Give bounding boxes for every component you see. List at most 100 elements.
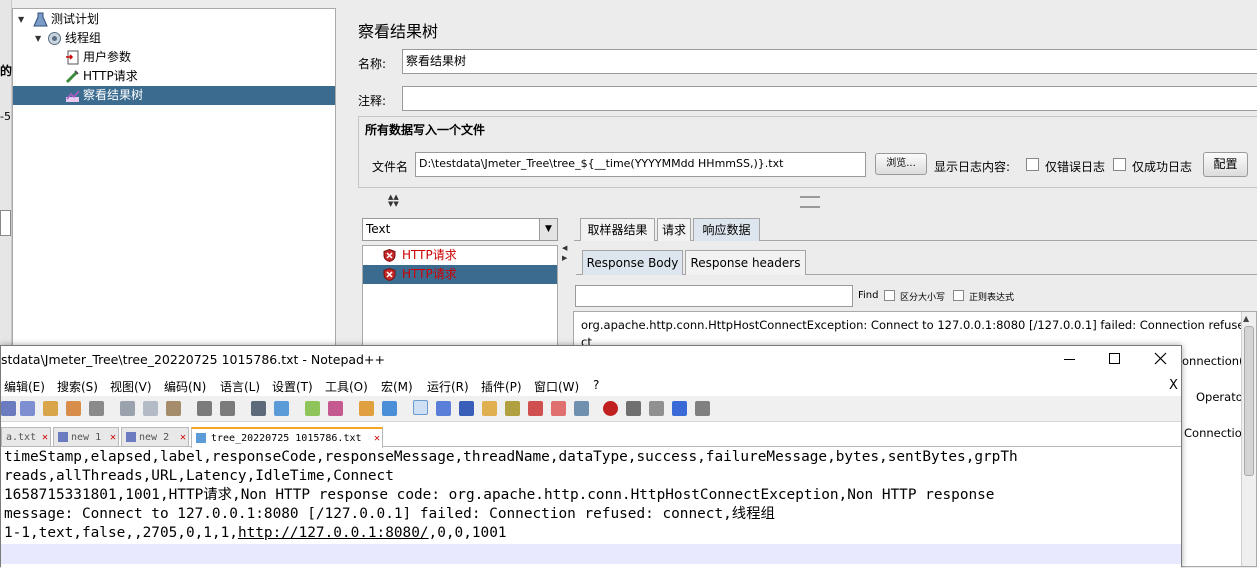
- regex-checkbox[interactable]: [953, 290, 964, 301]
- save-macro-icon[interactable]: [695, 401, 710, 416]
- file-tab-tree-txt[interactable]: tree_20220725 1015786.txt ✕: [191, 427, 383, 448]
- notepad-window: stdata\Jmeter_Tree\tree_20220725 1015786…: [0, 345, 1182, 568]
- menu-encoding[interactable]: 编码(N): [164, 378, 206, 395]
- stop-recording-icon[interactable]: [626, 401, 641, 416]
- menu-edit[interactable]: 编辑(E): [4, 378, 45, 395]
- cut-icon[interactable]: [120, 401, 135, 416]
- folder-workspace-icon[interactable]: [551, 401, 566, 416]
- find-icon[interactable]: [251, 401, 266, 416]
- response-scrollbar[interactable]: ▲: [1241, 312, 1256, 566]
- tab-close-icon[interactable]: ✕: [110, 428, 116, 447]
- sample-list[interactable]: HTTP请求 HTTP请求: [362, 245, 558, 355]
- function-list-icon[interactable]: [528, 401, 543, 416]
- editor-url-link[interactable]: http://127.0.0.1:8080/: [238, 525, 429, 541]
- renderer-select[interactable]: Text ▼: [362, 218, 558, 241]
- playback-icon[interactable]: [649, 401, 664, 416]
- file-tab-new-2[interactable]: new 2 ✕: [121, 427, 189, 447]
- record-macro-icon[interactable]: [603, 401, 618, 416]
- browse-button[interactable]: 浏览...: [875, 153, 927, 175]
- notepad-title-bar[interactable]: stdata\Jmeter_Tree\tree_20220725 1015786…: [1, 346, 1181, 373]
- zoom-out-icon[interactable]: [328, 401, 343, 416]
- subtab-response-body[interactable]: Response Body: [582, 250, 683, 275]
- vertical-splitter-icon[interactable]: ◀ ▶: [562, 243, 568, 343]
- expand-toggle-icon[interactable]: ▼: [18, 15, 27, 24]
- expand-toggle-icon[interactable]: ▼: [35, 34, 44, 43]
- menu-language[interactable]: 语言(L): [220, 378, 260, 395]
- menu-tools[interactable]: 工具(O): [325, 378, 368, 395]
- close-file-icon[interactable]: [43, 401, 58, 416]
- name-input[interactable]: 察看结果树: [402, 49, 1257, 74]
- tree-item-result-tree[interactable]: 察看结果树: [13, 86, 335, 105]
- tree-item-http-request[interactable]: HTTP请求: [13, 67, 335, 86]
- subtab-response-headers[interactable]: Response headers: [685, 250, 806, 275]
- tree-item-label: 线程组: [65, 31, 102, 45]
- tree-item-test-plan[interactable]: ▼ 测试计划: [13, 10, 335, 29]
- chevron-down-icon[interactable]: ▼: [539, 219, 557, 240]
- undo-icon[interactable]: [197, 401, 212, 416]
- copy-icon[interactable]: [143, 401, 158, 416]
- filename-input[interactable]: D:\testdata\Jmeter_Tree\tree_${__time(YY…: [415, 152, 866, 177]
- menu-run[interactable]: 运行(R): [427, 378, 469, 395]
- close-icon[interactable]: [1154, 352, 1167, 365]
- scroll-thumb[interactable]: [1244, 326, 1254, 476]
- config-button[interactable]: 配置: [1203, 152, 1248, 177]
- save-all-icon[interactable]: [20, 401, 35, 416]
- file-tab-a-txt[interactable]: a.txt ✕: [1, 427, 51, 447]
- tree-item-thread-group[interactable]: ▼ 线程组: [13, 29, 335, 48]
- editor-text: ,0,0,1001: [428, 525, 507, 541]
- sample-item-selected[interactable]: HTTP请求: [363, 265, 557, 284]
- menu-view[interactable]: 视图(V): [110, 378, 152, 395]
- tab-sampler-result[interactable]: 取样器结果: [580, 218, 655, 241]
- sample-item[interactable]: HTTP请求: [363, 246, 557, 265]
- tree-item-label: 察看结果树: [83, 88, 144, 102]
- sync-vertical-icon[interactable]: [359, 401, 374, 416]
- menu-help[interactable]: ?: [593, 378, 599, 392]
- test-plan-tree[interactable]: ▼ 测试计划 ▼ 线程组 用户参数 HTTP请求 察看结果树: [12, 8, 336, 353]
- menu-settings[interactable]: 设置(T): [272, 378, 313, 395]
- tree-item-user-parameters[interactable]: 用户参数: [13, 48, 335, 67]
- find-input[interactable]: [575, 285, 853, 307]
- errors-only-checkbox[interactable]: [1026, 158, 1039, 171]
- file-section-title: 所有数据写入一个文件: [365, 123, 486, 137]
- left-combo-edge[interactable]: [0, 210, 11, 236]
- close-document-icon[interactable]: X: [1169, 378, 1178, 393]
- paste-icon[interactable]: [166, 401, 181, 416]
- redo-icon[interactable]: [220, 401, 235, 416]
- doc-map-icon[interactable]: [505, 401, 520, 416]
- monitoring-icon[interactable]: [574, 401, 589, 416]
- indent-guide-icon[interactable]: [459, 401, 474, 416]
- tab-close-icon[interactable]: ✕: [42, 428, 48, 447]
- file-section: 所有数据写入一个文件 文件名 D:\testdata\Jmeter_Tree\t…: [358, 116, 1257, 188]
- word-wrap-icon[interactable]: [413, 400, 428, 415]
- tab-close-icon[interactable]: ✕: [374, 429, 380, 448]
- notepad-title: stdata\Jmeter_Tree\tree_20220725 1015786…: [1, 352, 385, 367]
- save-icon[interactable]: [1, 401, 16, 416]
- tab-close-icon[interactable]: ✕: [180, 428, 186, 447]
- menu-window[interactable]: 窗口(W): [534, 378, 579, 395]
- menu-plugins[interactable]: 插件(P): [481, 378, 522, 395]
- splitter-arrows-icon[interactable]: ▲▲ ▼▼: [388, 194, 399, 208]
- comment-input[interactable]: [402, 86, 1257, 111]
- tab-response-data[interactable]: 响应数据: [693, 218, 760, 241]
- maximize-icon[interactable]: [1109, 353, 1120, 364]
- splitter-grip-icon[interactable]: [800, 196, 820, 208]
- panel-title: 察看结果树: [358, 22, 439, 41]
- case-sensitive-checkbox[interactable]: [884, 290, 895, 301]
- show-all-chars-icon[interactable]: [436, 401, 451, 416]
- tab-request[interactable]: 请求: [657, 218, 691, 241]
- replace-icon[interactable]: [274, 401, 289, 416]
- scroll-up-icon[interactable]: ▲: [1243, 314, 1249, 323]
- close-all-icon[interactable]: [66, 401, 81, 416]
- success-only-checkbox[interactable]: [1113, 158, 1126, 171]
- menu-search[interactable]: 搜索(S): [57, 378, 98, 395]
- notepad-editor[interactable]: timeStamp,elapsed,label,responseCode,res…: [1, 448, 1181, 568]
- minimize-icon[interactable]: [1064, 359, 1075, 360]
- file-tab-label: new 1: [71, 432, 102, 443]
- print-icon[interactable]: [89, 401, 104, 416]
- zoom-in-icon[interactable]: [305, 401, 320, 416]
- file-tab-new-1[interactable]: new 1 ✕: [53, 427, 119, 447]
- run-macro-multiple-icon[interactable]: [672, 401, 687, 416]
- sync-horizontal-icon[interactable]: [382, 401, 397, 416]
- menu-macro[interactable]: 宏(M): [381, 378, 413, 395]
- udl-icon[interactable]: [482, 401, 497, 416]
